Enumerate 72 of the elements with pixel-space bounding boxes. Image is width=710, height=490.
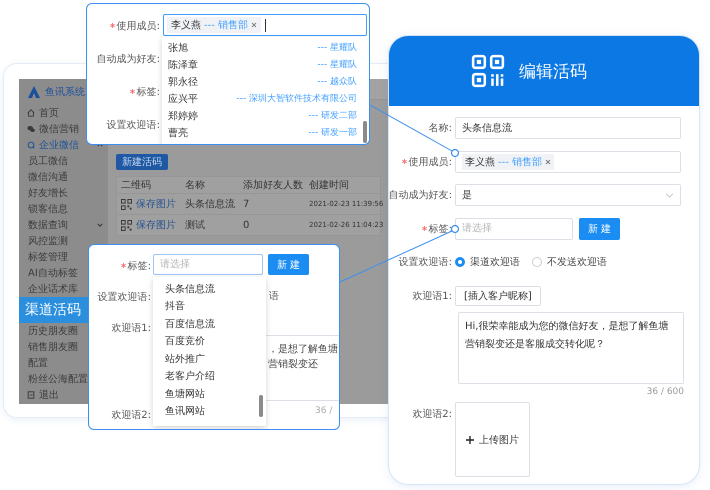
table-cell-text: 测试	[184, 218, 206, 232]
required-icon	[120, 263, 126, 268]
close-icon[interactable]	[545, 158, 552, 164]
name-field[interactable]: 头条信息流	[455, 117, 681, 139]
text-cursor	[265, 18, 266, 32]
member-field[interactable]: 李义燕 --- 销售部	[455, 150, 681, 172]
logo-icon	[27, 85, 41, 99]
option-label: 语	[269, 290, 279, 303]
chat-icon	[27, 125, 35, 133]
tag-option[interactable]: 头条信息流	[153, 280, 266, 298]
close-icon[interactable]	[251, 22, 258, 28]
logo-text: 鱼讯系统	[45, 86, 85, 99]
column-header: 创建时间	[308, 178, 350, 192]
qr-code-icon	[121, 220, 132, 230]
home-icon	[27, 109, 35, 117]
caret-icon	[97, 223, 103, 227]
field-label: 名称:	[428, 122, 452, 135]
required-icon	[422, 226, 427, 231]
member-field[interactable]: 李义燕 --- 销售部	[163, 14, 367, 36]
column-header: 添加好友人数	[242, 178, 304, 192]
field-label: 欢迎语1:	[111, 322, 151, 334]
required-icon	[110, 23, 115, 28]
qr-code-icon	[471, 54, 505, 88]
radio-button[interactable]	[532, 257, 542, 267]
radio-button[interactable]	[455, 257, 465, 267]
radio-option[interactable]: 不发送欢迎语	[532, 255, 607, 269]
column-header: 名称	[184, 179, 206, 192]
chevron-down-icon	[665, 192, 674, 198]
tag-option[interactable]: 抖音	[153, 298, 266, 315]
member-option[interactable]: 应兴平 --- 深圳大智软件技术有限公司	[162, 90, 369, 107]
plus-icon	[466, 436, 474, 444]
column-header: 二维码	[120, 178, 152, 192]
field-label: 自动成为好友:	[96, 52, 160, 66]
field-label: 使用成员:	[116, 20, 160, 32]
member-tag: 李义燕 --- 销售部	[462, 154, 554, 170]
upload-button[interactable]: 上传图片	[455, 402, 530, 477]
field-label: 标签:	[128, 260, 151, 272]
auto-friend-select[interactable]: 是	[455, 184, 681, 206]
field-label: 自动成为好友:	[389, 188, 452, 202]
welcome-textarea[interactable]: Hi,很荣幸能成为您的微信好友，是想了解鱼塘营销裂变还是客服成交转化呢？	[458, 312, 684, 384]
member-option[interactable]: 陈泽章 --- 星耀队	[162, 56, 369, 73]
member-option[interactable]: 张旭 --- 星耀队	[162, 39, 369, 56]
field-label: 欢迎语2:	[111, 408, 151, 422]
char-counter: 36 / 600	[646, 387, 684, 397]
panel-title: 编辑活码	[519, 60, 587, 82]
tag-field[interactable]: 请选择	[153, 254, 263, 275]
char-counter: 36 /	[315, 406, 332, 416]
field-label: 设置欢迎语:	[398, 256, 452, 269]
scrollbar-thumb[interactable]	[363, 121, 367, 143]
field-label: 设置欢迎语:	[106, 118, 160, 132]
member-option[interactable]: 郑婷婷 --- 研发二部	[162, 107, 369, 124]
field-label: 标签:	[136, 86, 160, 98]
field-label: 使用成员:	[408, 156, 452, 168]
field-label: 欢迎语2:	[412, 408, 452, 421]
qr-code-icon	[121, 198, 132, 210]
tag-field[interactable]: 请选择	[455, 218, 573, 240]
member-option[interactable]: 郭永径 --- 越众队	[162, 73, 369, 90]
exit-icon	[27, 391, 35, 399]
field-label: 欢迎语1:	[412, 290, 452, 302]
radio-option[interactable]: 渠道欢迎语	[455, 255, 520, 269]
required-icon	[402, 159, 407, 164]
tag-option[interactable]: 百度信息流	[153, 315, 266, 332]
table-cell-text: 0	[242, 220, 250, 230]
table-cell-text: 头条信息流	[184, 198, 236, 211]
table-cell-text: 7	[242, 198, 250, 210]
member-tag: 李义燕 --- 销售部	[167, 17, 262, 33]
scrollbar-thumb[interactable]	[259, 395, 263, 417]
new-code-button[interactable]: 新建活码	[116, 154, 168, 170]
tag-option[interactable]: 鱼讯网站	[153, 402, 266, 420]
insert-nickname-button[interactable]: [插入客户昵称]	[455, 286, 541, 306]
required-icon	[130, 89, 135, 94]
member-option[interactable]: 曹亮 --- 研发一部	[162, 124, 369, 141]
